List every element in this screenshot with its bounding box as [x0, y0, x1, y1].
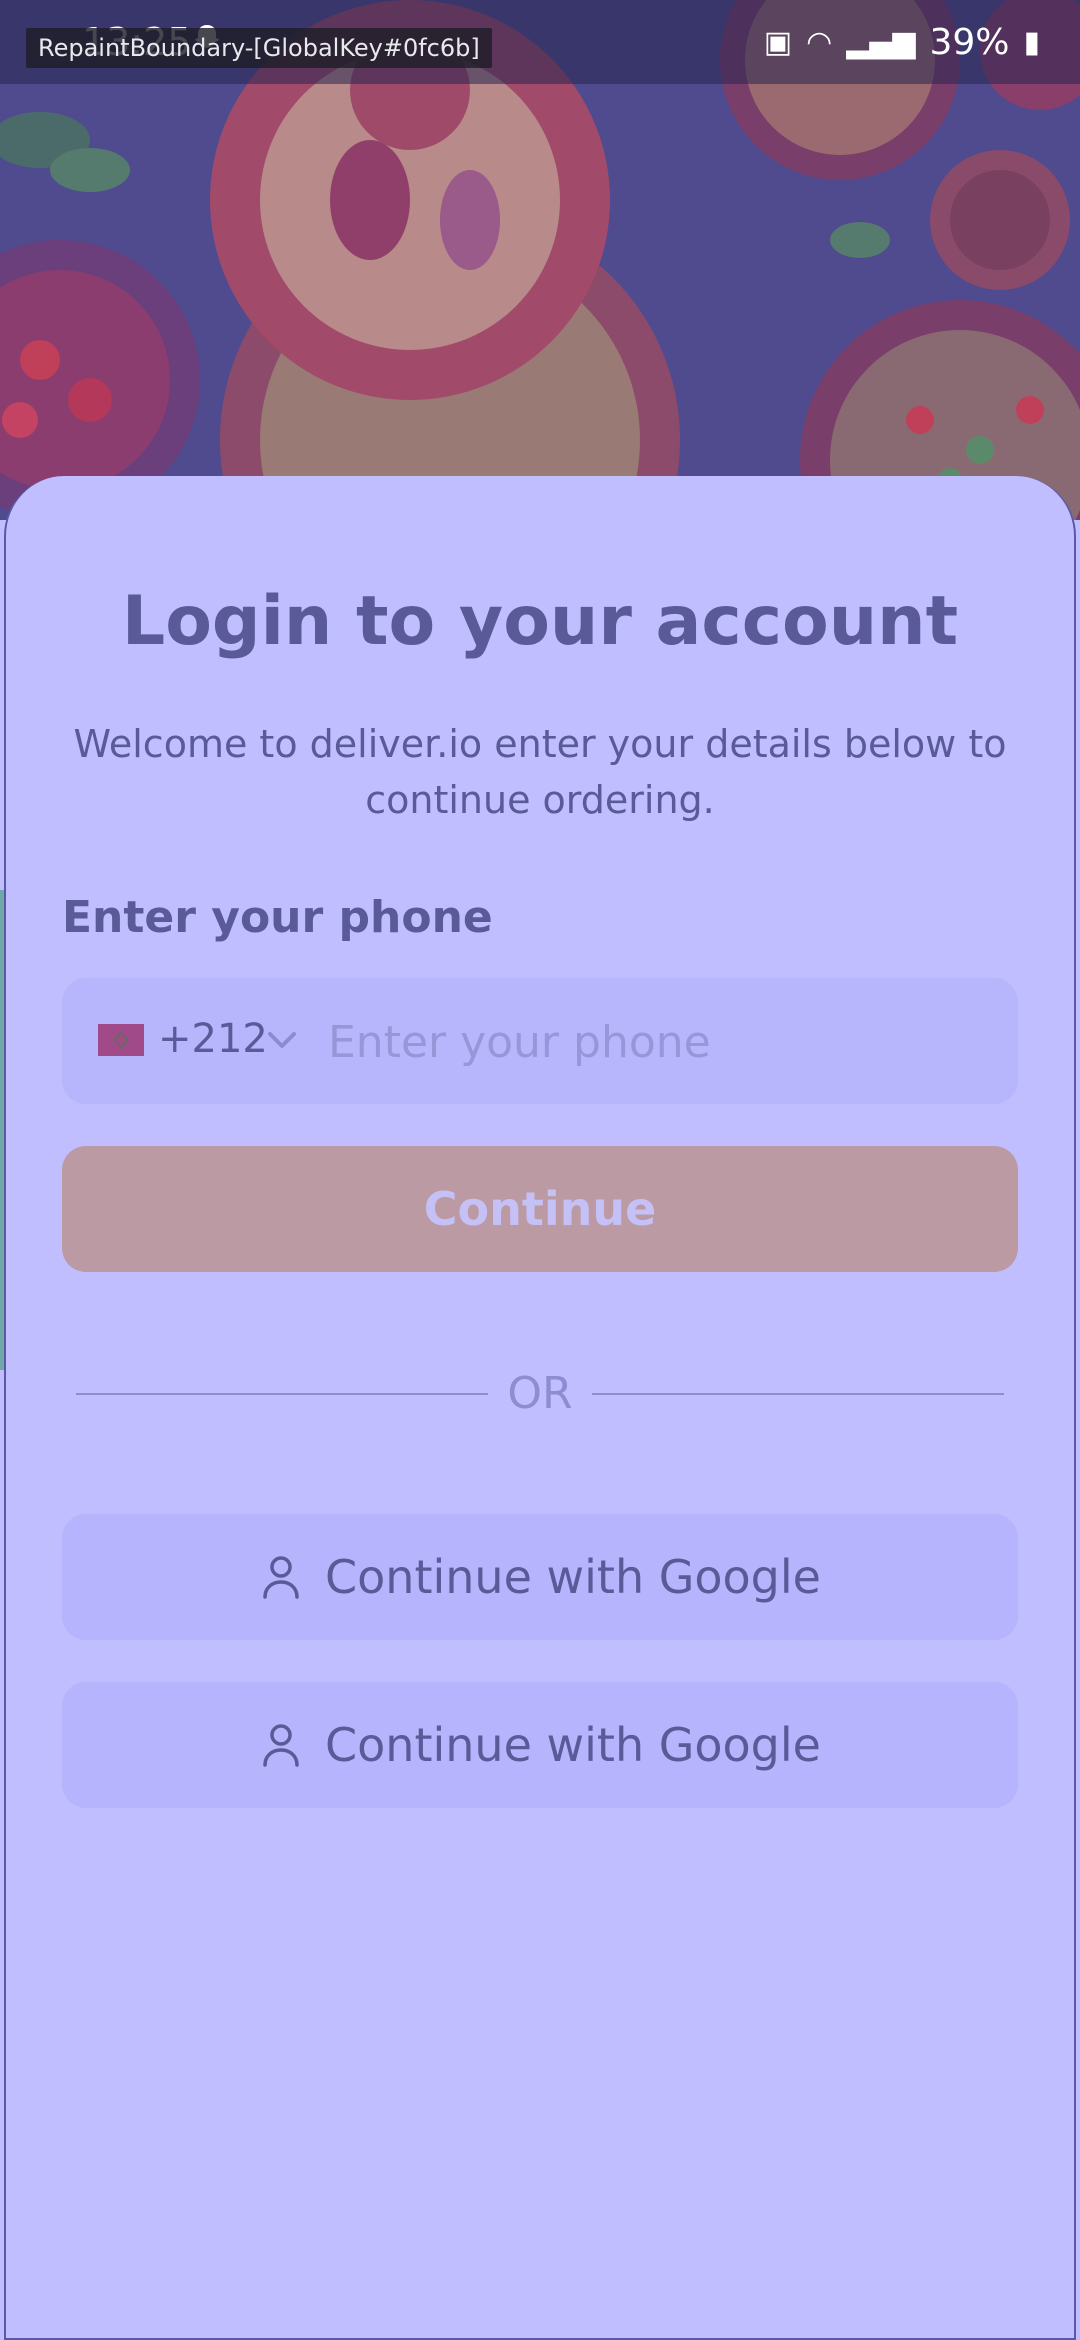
battery-percent: 39%	[929, 22, 1010, 63]
status-bar: 13:25 ▣ ◠ ▂▄▆ 39% ▮ RepaintBoundary-[Glo…	[0, 0, 1080, 84]
page-subtitle: Welcome to deliver.io enter your details…	[73, 722, 1007, 822]
divider-right	[592, 1393, 1004, 1395]
page-title: Login to your account	[121, 582, 959, 661]
wifi-icon: ◠	[806, 25, 833, 60]
social-button-label: Continue with Google	[325, 1550, 821, 1604]
person-icon	[263, 1556, 299, 1599]
continue-button[interactable]: Continue	[62, 1146, 1018, 1272]
phone-input[interactable]	[326, 1006, 990, 1078]
battery-saver-icon: ▣	[763, 25, 793, 60]
debug-overlay-label: RepaintBoundary-[GlobalKey#0fc6b]	[26, 28, 492, 68]
phone-label: Enter your phone	[62, 892, 493, 943]
country-code[interactable]: +212	[158, 1016, 268, 1062]
morocco-flag-icon[interactable]	[98, 1024, 144, 1056]
battery-icon: ▮	[1023, 25, 1040, 60]
social-button-label: Continue with Google	[325, 1718, 821, 1772]
phone-field: +212	[62, 978, 1018, 1104]
continue-with-google-button[interactable]: Continue with Google	[62, 1514, 1018, 1640]
chevron-down-icon[interactable]	[262, 1020, 302, 1060]
person-icon	[263, 1724, 299, 1767]
continue-with-google-button-2[interactable]: Continue with Google	[62, 1682, 1018, 1808]
status-icons: ▣ ◠ ▂▄▆ 39% ▮	[764, 22, 1040, 63]
signal-icon: ▂▄▆	[846, 25, 916, 60]
